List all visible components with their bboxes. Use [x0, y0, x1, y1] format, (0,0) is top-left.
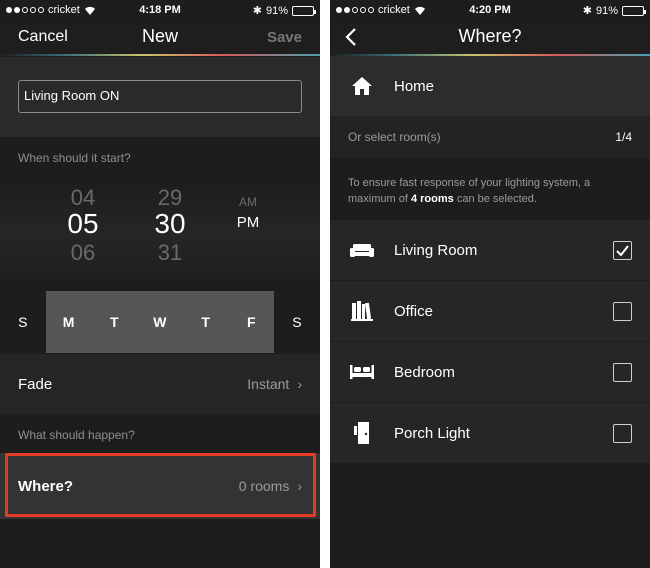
battery-icon	[292, 5, 316, 16]
room-label: Living Room	[394, 241, 478, 259]
room-checkbox[interactable]	[613, 362, 632, 382]
happen-section-label: What should happen?	[18, 428, 135, 442]
day-wednesday[interactable]: W	[137, 291, 183, 353]
room-row-bedroom[interactable]: Bedroom	[330, 342, 650, 403]
room-label: Office	[394, 302, 433, 320]
hour-wheel[interactable]: 04 05 06	[58, 188, 108, 260]
nav-bar: Where?	[330, 20, 650, 54]
time-picker[interactable]: 04 05 06 29 30 31 AM PM	[0, 178, 320, 291]
room-row-office[interactable]: Office	[330, 281, 650, 342]
room-row-porch-light[interactable]: Porch Light	[330, 403, 650, 464]
room-checkbox[interactable]	[613, 423, 632, 443]
chevron-right-icon: ›	[297, 376, 302, 392]
room-checkbox[interactable]	[613, 301, 632, 321]
select-rooms-header: Or select room(s) 1/4	[330, 116, 650, 158]
day-saturday[interactable]: S	[274, 291, 320, 353]
battery-percent: 91%	[265, 4, 288, 17]
fade-row[interactable]: Fade Instant ›	[0, 354, 320, 414]
chevron-right-icon: ›	[297, 478, 302, 494]
room-checkbox[interactable]	[613, 240, 632, 260]
fade-label: Fade	[18, 375, 53, 393]
bed-icon	[350, 365, 374, 379]
room-label: Porch Light	[394, 424, 470, 442]
selected-count: 1/4	[615, 130, 632, 144]
books-icon	[351, 301, 373, 321]
status-bar: cricket 4:18 PM ✱ 91%	[0, 0, 320, 20]
day-monday[interactable]: M	[45, 291, 92, 353]
checkmark-icon	[616, 244, 629, 257]
door-icon	[354, 422, 369, 444]
home-label: Home	[394, 77, 435, 95]
bluetooth-icon: ✱	[252, 5, 262, 17]
sofa-icon	[350, 244, 374, 257]
left-screen: cricket 4:18 PM ✱ 91% Cancel New Save Li…	[0, 0, 320, 568]
weekday-selector: S M T W T F S	[0, 291, 320, 353]
start-section-label: When should it start?	[18, 151, 131, 165]
home-icon	[352, 77, 372, 95]
day-sunday[interactable]: S	[0, 291, 46, 353]
right-screen: cricket 4:20 PM ✱ 91% Where? Home Or sel…	[330, 0, 650, 568]
routine-name-input[interactable]: Living Room ON	[18, 80, 302, 113]
nav-bar: Cancel New Save	[0, 20, 320, 54]
day-thursday[interactable]: T	[182, 291, 229, 353]
bluetooth-icon: ✱	[582, 5, 592, 17]
battery-icon	[622, 5, 646, 16]
page-title: Where?	[458, 26, 522, 46]
day-tuesday[interactable]: T	[91, 291, 138, 353]
where-label: Where?	[18, 477, 74, 495]
room-label: Bedroom	[394, 363, 455, 381]
battery-percent: 91%	[595, 4, 618, 17]
day-friday[interactable]: F	[228, 291, 275, 353]
room-row-living-room[interactable]: Living Room	[330, 220, 650, 281]
select-rooms-label: Or select room(s)	[348, 130, 441, 144]
max-rooms-note: To ensure fast response of your lighting…	[348, 177, 591, 205]
where-row[interactable]: Where? 0 rooms ›	[0, 453, 320, 519]
save-button[interactable]: Save	[267, 29, 302, 46]
status-bar: cricket 4:20 PM ✱ 91%	[330, 0, 650, 20]
home-row[interactable]: Home	[330, 56, 650, 116]
name-section: Living Room ON	[0, 57, 320, 137]
fade-value: Instant	[247, 376, 290, 392]
where-value: 0 rooms	[238, 478, 290, 494]
minute-wheel[interactable]: 29 30 31	[145, 188, 195, 260]
nav-divider	[0, 54, 320, 56]
ampm-wheel[interactable]: AM PM	[228, 192, 268, 234]
